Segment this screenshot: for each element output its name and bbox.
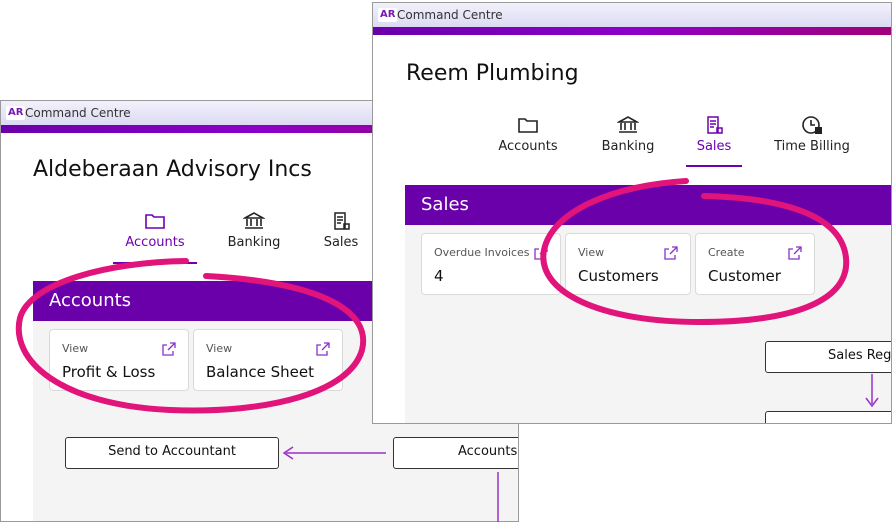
title-bar: AR Command Centre: [373, 3, 891, 27]
tab-accounts[interactable]: Accounts: [493, 115, 563, 154]
external-link-icon: [664, 246, 678, 260]
tab-label: Sales: [696, 139, 732, 154]
invoice-icon: [334, 212, 350, 230]
card-profit-loss[interactable]: View Profit & Loss: [49, 329, 189, 391]
app-logo: AR: [378, 8, 398, 22]
window-title: Command Centre: [397, 8, 503, 22]
card-overdue-invoices[interactable]: Overdue Invoices 4: [421, 233, 561, 295]
tab-accounts[interactable]: Accounts: [119, 211, 191, 250]
tab-label: Accounts: [498, 139, 558, 154]
bank-icon: [243, 212, 265, 229]
tab-time-billing[interactable]: Time Billing: [769, 115, 855, 154]
bank-icon: [617, 116, 639, 133]
app-logo: AR: [6, 106, 26, 120]
tab-banking[interactable]: Banking: [219, 211, 289, 250]
flow-box-partial[interactable]: [765, 411, 891, 423]
active-tab-indicator: [113, 262, 197, 264]
accounts-flow-button[interactable]: Accounts: [393, 437, 518, 469]
send-to-accountant-button[interactable]: Send to Accountant: [65, 437, 279, 469]
card-title: Customer: [708, 267, 781, 285]
tab-sales[interactable]: Sales: [687, 115, 741, 154]
card-caption: View: [206, 342, 233, 355]
card-create-customer[interactable]: Create Customer: [695, 233, 815, 295]
window-front: AR Command Centre Reem Plumbing Accounts…: [372, 2, 892, 424]
tab-label: Time Billing: [774, 139, 850, 154]
sales-register-button[interactable]: Sales Register: [765, 341, 891, 373]
external-link-icon: [534, 246, 548, 260]
card-view-customers[interactable]: View Customers: [565, 233, 691, 295]
accent-bar: [373, 27, 891, 35]
tab-label: Banking: [601, 139, 655, 154]
tab-label: Sales: [323, 235, 359, 250]
external-link-icon: [788, 246, 802, 260]
folder-icon: [518, 118, 538, 133]
tab-label: Banking: [227, 235, 281, 250]
window-title: Command Centre: [25, 106, 131, 120]
business-name: Reem Plumbing: [406, 61, 579, 86]
card-caption: Create: [708, 246, 745, 259]
tab-label: Accounts: [125, 235, 185, 250]
tab-banking[interactable]: Banking: [593, 115, 663, 154]
card-value: 4: [434, 267, 444, 285]
tab-sales[interactable]: Sales: [313, 211, 369, 250]
card-title: Customers: [578, 267, 659, 285]
external-link-icon: [316, 342, 330, 356]
active-tab-indicator: [686, 165, 742, 167]
folder-icon: [145, 214, 165, 229]
external-link-icon: [162, 342, 176, 356]
card-balance-sheet[interactable]: View Balance Sheet: [193, 329, 343, 391]
clock-icon: [802, 116, 822, 134]
card-title: Balance Sheet: [206, 363, 314, 381]
card-title: Profit & Loss: [62, 363, 156, 381]
card-caption: Overdue Invoices: [434, 246, 530, 259]
section-header: Sales: [405, 185, 891, 225]
card-caption: View: [578, 246, 605, 259]
invoice-icon: [707, 116, 723, 134]
business-name: Aldeberaan Advisory Incs: [33, 157, 312, 182]
card-caption: View: [62, 342, 89, 355]
